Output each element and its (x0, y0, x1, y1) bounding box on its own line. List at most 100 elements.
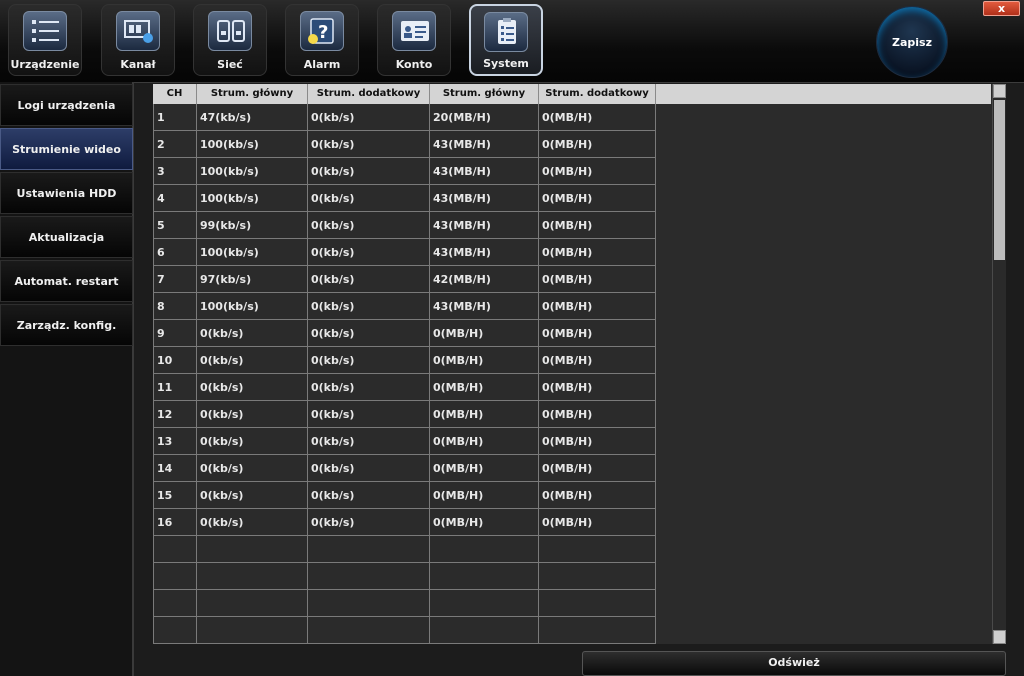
table-cell: 47(kb/s) (197, 104, 308, 131)
table-cell: 16 (153, 509, 197, 536)
table-row[interactable] (153, 590, 656, 617)
table-row[interactable]: 1 47(kb/s) 0(kb/s) 20(MB/H) 0(MB/H) (153, 104, 656, 131)
table-cell (308, 617, 430, 644)
tab-siec[interactable]: Sieć (193, 4, 267, 76)
table-cell: 0(MB/H) (539, 212, 656, 239)
table-cell (308, 590, 430, 617)
save-button[interactable]: Zapisz (876, 6, 948, 78)
table-row[interactable]: 10 0(kb/s) 0(kb/s) 0(MB/H) 0(MB/H) (153, 347, 656, 374)
channel-camera-icon (116, 11, 160, 51)
tab-label: Urządzenie (10, 58, 80, 71)
table-row[interactable] (153, 617, 656, 644)
table-cell: 0(kb/s) (308, 158, 430, 185)
table-cell: 43(MB/H) (430, 158, 539, 185)
table-row[interactable]: 9 0(kb/s) 0(kb/s) 0(MB/H) 0(MB/H) (153, 320, 656, 347)
vertical-scrollbar[interactable] (992, 84, 1006, 644)
table-cell: 0(kb/s) (308, 239, 430, 266)
table-cell: 0(MB/H) (430, 374, 539, 401)
table-row[interactable] (153, 563, 656, 590)
table-cell (153, 563, 197, 590)
tab-urzadzenie[interactable]: Urządzenie (8, 4, 82, 76)
table-cell: 99(kb/s) (197, 212, 308, 239)
table-cell: 43(MB/H) (430, 212, 539, 239)
table-cell: 20(MB/H) (430, 104, 539, 131)
table-cell: 0(MB/H) (539, 509, 656, 536)
table-cell: 0(kb/s) (308, 509, 430, 536)
table-cell (197, 563, 308, 590)
refresh-button[interactable]: Odśwież (582, 651, 1006, 676)
table-cell (197, 590, 308, 617)
system-clipboard-icon (484, 12, 528, 52)
table-cell: 0(MB/H) (539, 185, 656, 212)
table-cell (539, 590, 656, 617)
table-cell: 43(MB/H) (430, 293, 539, 320)
table-row[interactable]: 8 100(kb/s) 0(kb/s) 43(MB/H) 0(MB/H) (153, 293, 656, 320)
sidebar-item-hdd-settings[interactable]: Ustawienia HDD (0, 172, 133, 214)
table-cell: 0(MB/H) (430, 482, 539, 509)
table-cell (430, 617, 539, 644)
table-cell: 0(MB/H) (539, 293, 656, 320)
table-row[interactable]: 12 0(kb/s) 0(kb/s) 0(MB/H) 0(MB/H) (153, 401, 656, 428)
table-cell: 43(MB/H) (430, 239, 539, 266)
table-cell: 0(kb/s) (197, 401, 308, 428)
table-cell: 0(kb/s) (308, 320, 430, 347)
table-cell: 0(kb/s) (308, 401, 430, 428)
table-row[interactable]: 6 100(kb/s) 0(kb/s) 43(MB/H) 0(MB/H) (153, 239, 656, 266)
table-cell: 100(kb/s) (197, 131, 308, 158)
table-cell (197, 536, 308, 563)
table-cell: 0(MB/H) (539, 374, 656, 401)
sidebar-item-video-streams[interactable]: Strumienie wideo (0, 128, 133, 170)
table-cell: 0(kb/s) (308, 104, 430, 131)
table-cell: 9 (153, 320, 197, 347)
table-cell: 11 (153, 374, 197, 401)
sidebar-item-label: Zarządz. konfig. (16, 318, 117, 332)
table-cell: 0(MB/H) (539, 347, 656, 374)
table-row[interactable]: 16 0(kb/s) 0(kb/s) 0(MB/H) 0(MB/H) (153, 509, 656, 536)
table-cell (153, 536, 197, 563)
scroll-thumb[interactable] (994, 100, 1005, 260)
table-cell: 0(MB/H) (539, 266, 656, 293)
table-cell: 0(kb/s) (308, 455, 430, 482)
table-cell: 0(MB/H) (539, 455, 656, 482)
table-cell: 0(kb/s) (308, 131, 430, 158)
sidebar-item-auto-restart[interactable]: Automat. restart (0, 260, 133, 302)
table-cell: 100(kb/s) (197, 185, 308, 212)
table-cell: 5 (153, 212, 197, 239)
table-cell: 0(MB/H) (430, 428, 539, 455)
table-row[interactable]: 3 100(kb/s) 0(kb/s) 43(MB/H) 0(MB/H) (153, 158, 656, 185)
table-cell: 3 (153, 158, 197, 185)
table-cell: 0(MB/H) (539, 401, 656, 428)
sidebar-item-logs[interactable]: Logi urządzenia (0, 84, 133, 126)
scroll-up-arrow[interactable] (993, 84, 1006, 98)
sidebar-item-update[interactable]: Aktualizacja (0, 216, 133, 258)
tab-alarm[interactable]: ? Alarm (285, 4, 359, 76)
sidebar: Logi urządzenia Strumienie wideo Ustawie… (0, 82, 134, 676)
table-row[interactable]: 7 97(kb/s) 0(kb/s) 42(MB/H) 0(MB/H) (153, 266, 656, 293)
sidebar-item-config-manage[interactable]: Zarządz. konfig. (0, 304, 133, 346)
table-cell: 0(kb/s) (308, 428, 430, 455)
table-row[interactable]: 2 100(kb/s) 0(kb/s) 43(MB/H) 0(MB/H) (153, 131, 656, 158)
network-icon (208, 11, 252, 51)
tab-kanal[interactable]: Kanał (101, 4, 175, 76)
tab-konto[interactable]: Konto (377, 4, 451, 76)
table-row[interactable]: 5 99(kb/s) 0(kb/s) 43(MB/H) 0(MB/H) (153, 212, 656, 239)
sidebar-item-label: Aktualizacja (28, 230, 105, 244)
table-row[interactable]: 4 100(kb/s) 0(kb/s) 43(MB/H) 0(MB/H) (153, 185, 656, 212)
scroll-down-arrow[interactable] (993, 630, 1006, 644)
table-row[interactable] (153, 536, 656, 563)
svg-text:?: ? (318, 22, 328, 43)
table-cell: 13 (153, 428, 197, 455)
table-cell: 0(MB/H) (539, 104, 656, 131)
table-row[interactable]: 14 0(kb/s) 0(kb/s) 0(MB/H) 0(MB/H) (153, 455, 656, 482)
tab-label: Alarm (303, 58, 341, 71)
table-cell (539, 536, 656, 563)
tab-system[interactable]: System (469, 4, 543, 76)
close-button[interactable]: x (983, 1, 1020, 16)
table-cell: 0(MB/H) (430, 320, 539, 347)
column-header-main-stream: Strum. główny (197, 84, 308, 104)
table-row[interactable]: 11 0(kb/s) 0(kb/s) 0(MB/H) 0(MB/H) (153, 374, 656, 401)
table-cell: 43(MB/H) (430, 131, 539, 158)
table-cell (153, 590, 197, 617)
table-row[interactable]: 15 0(kb/s) 0(kb/s) 0(MB/H) 0(MB/H) (153, 482, 656, 509)
table-row[interactable]: 13 0(kb/s) 0(kb/s) 0(MB/H) 0(MB/H) (153, 428, 656, 455)
